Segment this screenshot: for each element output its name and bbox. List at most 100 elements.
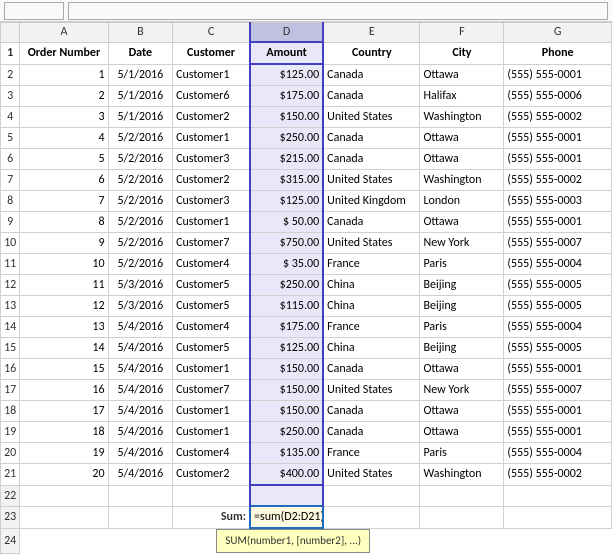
- cell-d7[interactable]: $315.00: [250, 170, 323, 191]
- cell-g18[interactable]: (555) 555-0001: [504, 401, 612, 422]
- cell-d18[interactable]: $150.00: [250, 401, 323, 422]
- cell-c8[interactable]: Customer3: [173, 191, 250, 212]
- cell-e20[interactable]: France: [323, 443, 420, 464]
- cell-a4[interactable]: 3: [20, 107, 108, 128]
- cell-g9[interactable]: (555) 555-0001: [504, 212, 612, 233]
- cell-f22[interactable]: [420, 485, 504, 506]
- cell-a7[interactable]: 6: [20, 170, 108, 191]
- cell-e4[interactable]: United States: [323, 107, 420, 128]
- cell-a14[interactable]: 13: [20, 317, 108, 338]
- cell-g5[interactable]: (555) 555-0001: [504, 128, 612, 149]
- cell-g15[interactable]: (555) 555-0005: [504, 338, 612, 359]
- cell-a16[interactable]: 15: [20, 359, 108, 380]
- cell-b15[interactable]: 5/4/2016: [108, 338, 173, 359]
- cell-e15[interactable]: China: [323, 338, 420, 359]
- cell-d6[interactable]: $215.00: [250, 149, 323, 170]
- cell-d3[interactable]: $175.00: [250, 86, 323, 107]
- cell-g22[interactable]: [504, 485, 612, 506]
- cell-g11[interactable]: (555) 555-0004: [504, 254, 612, 275]
- cell-d17[interactable]: $150.00: [250, 380, 323, 401]
- cell-b20[interactable]: 5/4/2016: [108, 443, 173, 464]
- cell-g13[interactable]: (555) 555-0005: [504, 296, 612, 317]
- cell-b6[interactable]: 5/2/2016: [108, 149, 173, 170]
- cell-c15[interactable]: Customer5: [173, 338, 250, 359]
- cell-c17[interactable]: Customer7: [173, 380, 250, 401]
- cell-e22[interactable]: [323, 485, 420, 506]
- cell-g4[interactable]: (555) 555-0002: [504, 107, 612, 128]
- cell-f10[interactable]: New York: [420, 233, 504, 254]
- col-header-b[interactable]: B: [108, 23, 173, 43]
- col-header-f[interactable]: F: [420, 23, 504, 43]
- name-box[interactable]: [4, 2, 64, 20]
- cell-a23[interactable]: [20, 506, 108, 528]
- cell-e21[interactable]: United States: [323, 464, 420, 486]
- cell-b11[interactable]: 5/2/2016: [108, 254, 173, 275]
- cell-c12[interactable]: Customer5: [173, 275, 250, 296]
- cell-b17[interactable]: 5/4/2016: [108, 380, 173, 401]
- formula-bar[interactable]: [68, 2, 608, 20]
- cell-c7[interactable]: Customer2: [173, 170, 250, 191]
- cell-d23[interactable]: =sum(D2:D21): [250, 506, 323, 528]
- cell-c1[interactable]: Customer: [173, 42, 250, 64]
- cell-f12[interactable]: Beijing: [420, 275, 504, 296]
- cell-d5[interactable]: $250.00: [250, 128, 323, 149]
- cell-a1[interactable]: Order Number: [20, 42, 108, 64]
- cell-f18[interactable]: Ottawa: [420, 401, 504, 422]
- cell-f5[interactable]: Ottawa: [420, 128, 504, 149]
- cell-b21[interactable]: 5/4/2016: [108, 464, 173, 486]
- cell-e12[interactable]: China: [323, 275, 420, 296]
- cell-e1[interactable]: Country: [323, 42, 420, 64]
- cell-a13[interactable]: 12: [20, 296, 108, 317]
- cell-e2[interactable]: Canada: [323, 64, 420, 86]
- cell-c11[interactable]: Customer4: [173, 254, 250, 275]
- cell-c5[interactable]: Customer1: [173, 128, 250, 149]
- col-header-a[interactable]: A: [20, 23, 108, 43]
- cell-a8[interactable]: 7: [20, 191, 108, 212]
- cell-a9[interactable]: 8: [20, 212, 108, 233]
- cell-g8[interactable]: (555) 555-0003: [504, 191, 612, 212]
- cell-f9[interactable]: Ottawa: [420, 212, 504, 233]
- cell-c22[interactable]: [173, 485, 250, 506]
- cell-b13[interactable]: 5/3/2016: [108, 296, 173, 317]
- cell-f17[interactable]: New York: [420, 380, 504, 401]
- cell-d13[interactable]: $115.00: [250, 296, 323, 317]
- cell-g2[interactable]: (555) 555-0001: [504, 64, 612, 86]
- cell-f11[interactable]: Paris: [420, 254, 504, 275]
- cell-d20[interactable]: $135.00: [250, 443, 323, 464]
- cell-b3[interactable]: 5/1/2016: [108, 86, 173, 107]
- cell-b1[interactable]: Date: [108, 42, 173, 64]
- cell-b16[interactable]: 5/4/2016: [108, 359, 173, 380]
- cell-e9[interactable]: Canada: [323, 212, 420, 233]
- cell-g12[interactable]: (555) 555-0005: [504, 275, 612, 296]
- cell-c19[interactable]: Customer1: [173, 422, 250, 443]
- cell-f1[interactable]: City: [420, 42, 504, 64]
- cell-e19[interactable]: Canada: [323, 422, 420, 443]
- cell-d22[interactable]: [250, 485, 323, 506]
- cell-e3[interactable]: Canada: [323, 86, 420, 107]
- cell-a21[interactable]: 20: [20, 464, 108, 486]
- col-header-g[interactable]: G: [504, 23, 612, 43]
- cell-g14[interactable]: (555) 555-0004: [504, 317, 612, 338]
- cell-b22[interactable]: [108, 485, 173, 506]
- cell-d12[interactable]: $250.00: [250, 275, 323, 296]
- cell-d10[interactable]: $750.00: [250, 233, 323, 254]
- cell-f7[interactable]: Washington: [420, 170, 504, 191]
- cell-c20[interactable]: Customer4: [173, 443, 250, 464]
- cell-f16[interactable]: Ottawa: [420, 359, 504, 380]
- cell-e13[interactable]: China: [323, 296, 420, 317]
- cell-b2[interactable]: 5/1/2016: [108, 64, 173, 86]
- cell-d14[interactable]: $175.00: [250, 317, 323, 338]
- cell-c6[interactable]: Customer3: [173, 149, 250, 170]
- cell-d15[interactable]: $125.00: [250, 338, 323, 359]
- col-header-c[interactable]: C: [173, 23, 250, 43]
- cell-c18[interactable]: Customer1: [173, 401, 250, 422]
- cell-a17[interactable]: 16: [20, 380, 108, 401]
- cell-g16[interactable]: (555) 555-0001: [504, 359, 612, 380]
- cell-g17[interactable]: (555) 555-0007: [504, 380, 612, 401]
- cell-b12[interactable]: 5/3/2016: [108, 275, 173, 296]
- cell-a18[interactable]: 17: [20, 401, 108, 422]
- cell-a20[interactable]: 19: [20, 443, 108, 464]
- cell-a10[interactable]: 9: [20, 233, 108, 254]
- cell-g19[interactable]: (555) 555-0001: [504, 422, 612, 443]
- cell-e7[interactable]: United States: [323, 170, 420, 191]
